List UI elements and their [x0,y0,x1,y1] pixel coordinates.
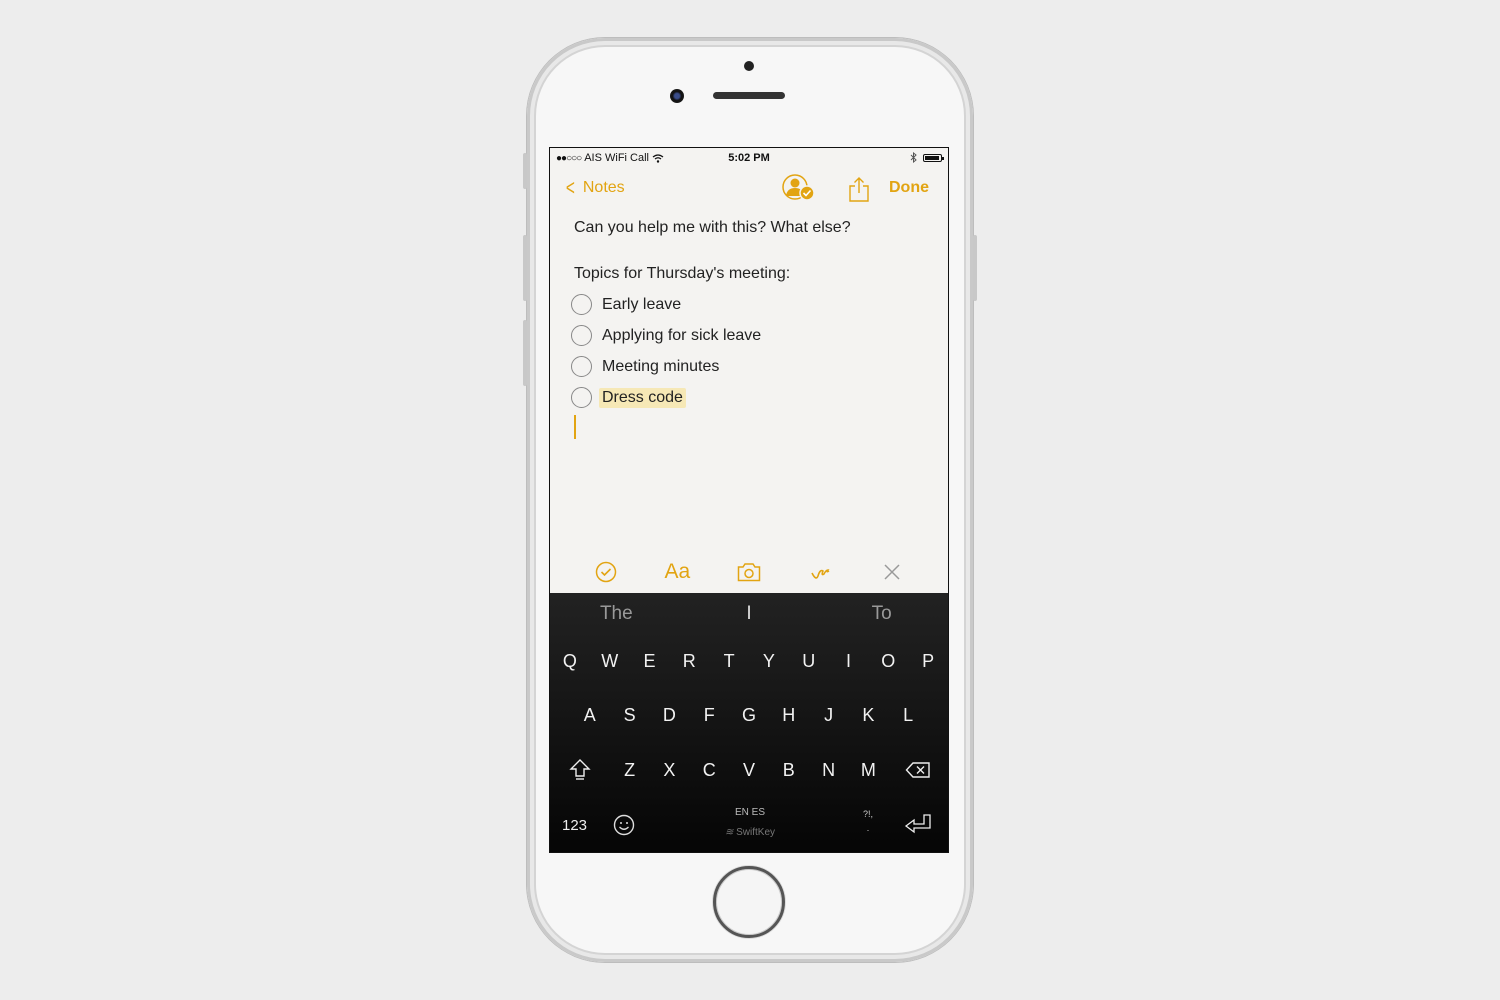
prediction-bar: The I To [550,593,948,635]
formatting-toolbar: Aa [550,553,948,591]
done-button[interactable]: Done [889,179,929,197]
checklist-item-label: Applying for sick leave [602,326,762,344]
checkbox-circle-icon[interactable] [571,387,592,408]
key-b[interactable]: B [769,750,809,790]
back-label: Notes [582,179,625,196]
key-r[interactable]: R [669,641,709,681]
swiftkey-keyboard: The I To QWERTYUIOP ASDFGHJKL ZXCVBNM 12… [550,593,948,852]
key-g[interactable]: G [729,695,769,735]
language-indicator: EN ES [734,807,765,818]
status-time: 5:02 PM [728,152,770,164]
punctuation-key[interactable]: ?!, . [855,807,881,835]
backspace-key[interactable] [888,750,948,790]
checklist-item: Meeting minutes [571,351,928,382]
checklist-item: Applying for sick leave [571,320,928,351]
emoji-key-icon[interactable] [613,814,635,836]
note-line: Can you help me with this? What else? [574,219,851,236]
note-heading: Topics for Thursday's meeting: [574,265,791,282]
checklist-item-label-highlighted: Dress code [599,387,686,408]
close-icon [884,564,900,580]
key-v[interactable]: V [729,750,769,790]
shift-icon [569,759,591,780]
backspace-icon [905,762,930,778]
add-people-icon[interactable] [782,174,816,202]
home-button[interactable] [713,866,785,938]
key-a[interactable]: A [570,695,610,735]
space-bar[interactable]: ≋ SwiftKey [700,827,800,838]
punctuation-bottom: . [866,823,870,833]
text-format-icon: Aa [664,560,691,583]
key-p[interactable]: P [908,641,948,681]
shift-key[interactable] [550,750,610,790]
checkbox-circle-icon[interactable] [571,325,592,346]
key-q[interactable]: Q [550,641,590,681]
checklist-item: Dress code [571,382,928,413]
key-o[interactable]: O [868,641,908,681]
checklist-item: Early leave [571,289,928,320]
bluetooth-icon [910,152,917,163]
return-key-icon[interactable] [904,813,932,837]
prediction-left[interactable]: The [550,593,683,635]
battery-icon [923,153,944,162]
front-camera [670,89,684,103]
numbers-key[interactable]: 123 [562,817,587,834]
key-t[interactable]: T [709,641,749,681]
key-s[interactable]: S [610,695,650,735]
key-c[interactable]: C [689,750,729,790]
chevron-left-icon: < [565,175,575,200]
key-l[interactable]: L [888,695,928,735]
keyboard-bottom-row: 123 EN ES ≋ SwiftKey ?!, . [550,803,948,851]
key-d[interactable]: D [650,695,690,735]
key-k[interactable]: K [848,695,888,735]
proximity-sensor [744,61,754,71]
key-x[interactable]: X [650,750,690,790]
sketch-icon [810,569,830,579]
volume-down-button [523,320,527,386]
punctuation-top: ?!, [862,809,873,819]
key-j[interactable]: J [809,695,849,735]
power-button [973,235,977,301]
navigation-bar: < Notes Done [550,172,948,206]
key-row-1: QWERTYUIOP [550,641,948,681]
checkbox-circle-icon[interactable] [571,356,592,377]
prediction-center[interactable]: I [683,593,816,635]
key-w[interactable]: W [590,641,630,681]
key-m[interactable]: M [848,750,888,790]
prediction-right[interactable]: To [815,593,948,635]
key-f[interactable]: F [689,695,729,735]
checklist-item-label: Early leave [602,295,682,313]
key-h[interactable]: H [769,695,809,735]
volume-up-button [523,235,527,301]
mute-switch [523,153,527,189]
checklist-icon [595,561,617,583]
checkbox-circle-icon[interactable] [571,294,592,315]
text-format-button[interactable]: Aa [662,558,692,586]
status-bar: ●●○○○ AIS WiFi Call 5:02 PM [550,148,948,168]
earpiece-speaker [713,92,785,99]
screen: ●●○○○ AIS WiFi Call 5:02 PM < Notes Done [549,147,949,853]
key-u[interactable]: U [789,641,829,681]
key-y[interactable]: Y [749,641,789,681]
text-cursor [574,415,576,439]
close-toolbar-button[interactable] [877,558,907,586]
camera-button[interactable] [734,558,764,586]
swiftkey-logo-icon: ≋ [724,827,734,838]
checklist-item-label: Meeting minutes [602,357,720,375]
key-e[interactable]: E [630,641,670,681]
key-row-3: ZXCVBNM [550,750,948,790]
camera-icon [737,563,761,582]
key-row-2: ASDFGHJKL [550,695,948,735]
back-button[interactable]: < Notes [564,175,625,200]
key-z[interactable]: Z [610,750,650,790]
sketch-button[interactable] [806,558,836,586]
note-body[interactable]: Can you help me with this? What else? To… [571,216,928,439]
checklist-button[interactable] [591,558,621,586]
key-i[interactable]: I [829,641,869,681]
swiftkey-brand-label: SwiftKey [736,827,776,838]
share-icon[interactable] [848,176,870,202]
key-n[interactable]: N [809,750,849,790]
